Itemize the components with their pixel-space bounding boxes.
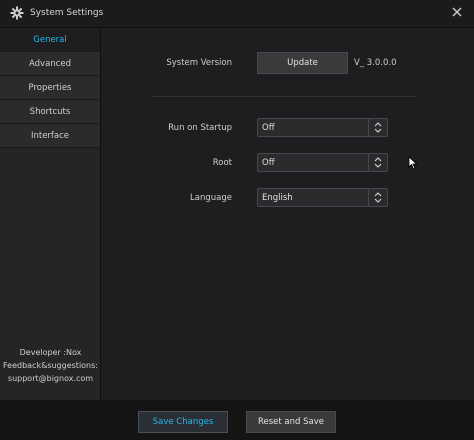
reset-and-save-button[interactable]: Reset and Save bbox=[246, 411, 336, 433]
save-changes-button[interactable]: Save Changes bbox=[138, 411, 228, 433]
version-value: V_ 3.0.0.0 bbox=[354, 58, 397, 68]
sidebar-item-interface[interactable]: Interface bbox=[0, 124, 100, 148]
save-changes-label: Save Changes bbox=[152, 417, 214, 427]
mouse-pointer-icon bbox=[408, 156, 418, 170]
developer-text: Developer :Nox bbox=[19, 348, 82, 357]
title-bar: System Settings bbox=[0, 0, 474, 28]
sidebar-item-label: Shortcuts bbox=[29, 107, 71, 117]
update-button-label: Update bbox=[287, 58, 318, 68]
action-bar: Save Changes Reset and Save bbox=[0, 400, 474, 440]
root-value: Off bbox=[262, 158, 275, 168]
reset-and-save-label: Reset and Save bbox=[257, 417, 324, 427]
system-version-label: System Version bbox=[166, 58, 232, 68]
language-value: English bbox=[262, 193, 293, 203]
sidebar-item-label: General bbox=[33, 35, 67, 45]
chevron-updown-icon bbox=[368, 189, 387, 206]
chevron-updown-icon bbox=[368, 119, 387, 136]
sidebar-item-label: Properties bbox=[28, 83, 72, 93]
sidebar-item-properties[interactable]: Properties bbox=[0, 76, 100, 100]
close-icon[interactable] bbox=[450, 5, 464, 19]
sidebar-footer: Developer :Nox Feedback&suggestions: sup… bbox=[0, 346, 101, 385]
update-button[interactable]: Update bbox=[257, 52, 348, 74]
sidebar-item-general[interactable]: General bbox=[0, 28, 100, 52]
language-label: Language bbox=[190, 193, 232, 203]
run-on-startup-select[interactable]: Off bbox=[257, 118, 388, 137]
run-on-startup-label: Run on Startup bbox=[168, 123, 232, 133]
sidebar-item-advanced[interactable]: Advanced bbox=[0, 52, 100, 76]
support-email: support@bignox.com bbox=[7, 374, 94, 383]
section-divider bbox=[152, 96, 417, 97]
language-select[interactable]: English bbox=[257, 188, 388, 207]
sidebar-item-label: Interface bbox=[30, 131, 70, 141]
window-title: System Settings bbox=[30, 8, 104, 18]
gear-icon bbox=[10, 6, 24, 20]
root-label: Root bbox=[212, 158, 232, 168]
run-on-startup-value: Off bbox=[262, 123, 275, 133]
general-settings-panel: System Version Update V_ 3.0.0.0 Run on … bbox=[102, 28, 474, 400]
feedback-text: Feedback&suggestions: bbox=[2, 361, 98, 370]
sidebar: General Advanced Properties Shortcuts In… bbox=[0, 28, 101, 400]
chevron-updown-icon bbox=[368, 154, 387, 171]
sidebar-item-shortcuts[interactable]: Shortcuts bbox=[0, 100, 100, 124]
root-select[interactable]: Off bbox=[257, 153, 388, 172]
sidebar-item-label: Advanced bbox=[29, 59, 71, 69]
